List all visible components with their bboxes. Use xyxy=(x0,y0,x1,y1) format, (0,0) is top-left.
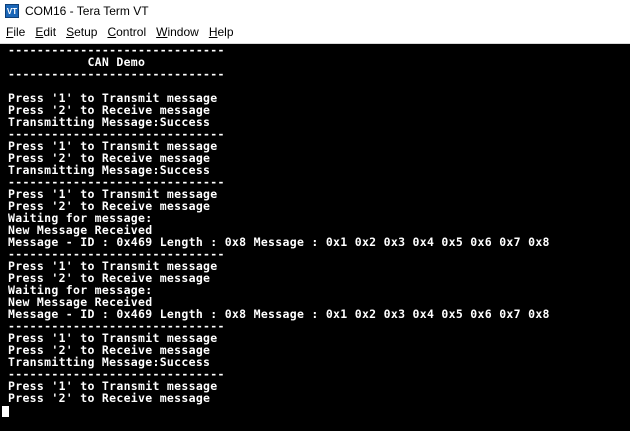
menu-edit[interactable]: Edit xyxy=(30,22,61,43)
tera-term-window: VT COM16 - Tera Term VT File Edit Setup … xyxy=(0,0,630,431)
window-title: COM16 - Tera Term VT xyxy=(25,4,149,18)
terminal-line: ------------------------------ xyxy=(8,67,225,81)
menu-window[interactable]: Window xyxy=(151,22,204,43)
menu-bar: File Edit Setup Control Window Help xyxy=(0,22,630,44)
menu-help[interactable]: Help xyxy=(204,22,239,43)
menu-setup[interactable]: Setup xyxy=(61,22,102,43)
terminal-output[interactable]: ------------------------------ CAN Demo … xyxy=(0,44,630,431)
terminal-cursor xyxy=(2,406,9,417)
terminal-line: Press '2' to Receive message xyxy=(8,391,211,405)
menu-control[interactable]: Control xyxy=(102,22,151,43)
menu-file[interactable]: File xyxy=(0,22,30,43)
title-bar[interactable]: VT COM16 - Tera Term VT xyxy=(0,0,630,22)
tera-term-app-icon: VT xyxy=(5,4,19,18)
